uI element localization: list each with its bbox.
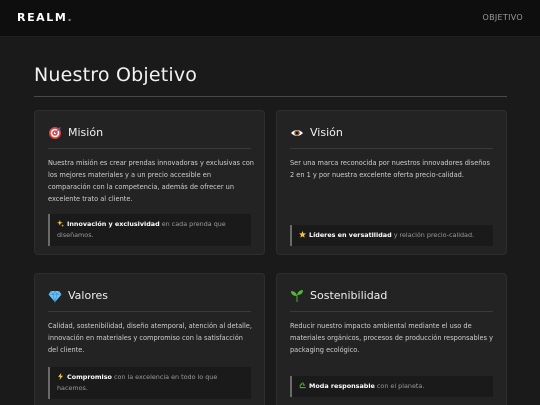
card-body: Ser una marca reconocida por nuestros in… [290, 159, 490, 179]
card-highlight: Innovación y exclusividad en cada prenda… [48, 214, 251, 246]
title-divider [34, 96, 507, 97]
card-divider [48, 148, 251, 149]
highlight-strong: Moda responsable [309, 382, 375, 390]
card-title: Visión [310, 125, 343, 139]
seedling-icon [290, 288, 304, 302]
target-icon [48, 125, 62, 139]
card-header: Sostenibilidad [290, 288, 387, 302]
card-sostenibilidad: Sostenibilidad Reducir nuestro impacto a… [276, 273, 507, 405]
highlight-strong: Innovación y exclusividad [67, 220, 160, 228]
card-header: Misión [48, 125, 103, 139]
card-body: Calidad, sostenibilidad, diseño atempora… [48, 322, 252, 354]
card-title: Misión [68, 125, 104, 139]
lightning-icon [57, 373, 64, 380]
card-header: Valores [48, 288, 108, 304]
card-highlight: Líderes en versatilidad y relación preci… [290, 225, 493, 246]
card-body: Reducir nuestro impacto ambiental median… [290, 322, 494, 354]
card-divider [290, 148, 493, 149]
star-icon [299, 231, 306, 238]
eye-icon [290, 125, 304, 139]
card-vision: Visión Ser una marca reconocida por nues… [276, 110, 507, 255]
nav-link-objetivo[interactable]: OBJETIVO [483, 13, 523, 22]
recycle-icon [299, 382, 306, 389]
page-title: Nuestro Objetivo [34, 64, 198, 86]
brand-logo[interactable]: REALM. [17, 11, 73, 24]
card-divider [290, 311, 493, 312]
highlight-text: con el planeta. [374, 382, 425, 390]
gem-icon [48, 288, 62, 304]
card-header: Visión [290, 125, 343, 139]
top-navigation-bar: REALM. OBJETIVO [0, 0, 540, 37]
highlight-strong: Compromiso [67, 373, 112, 381]
card-highlight: Moda responsable con el planeta. [290, 376, 493, 397]
card-body: Nuestra misión es crear prendas innovado… [48, 159, 254, 203]
card-divider [48, 311, 251, 312]
highlight-text: y relación precio-calidad. [391, 231, 475, 239]
highlight-strong: Líderes en versatilidad [309, 231, 392, 239]
card-title: Valores [68, 288, 108, 302]
card-title: Sostenibilidad [310, 288, 388, 302]
card-valores: Valores Calidad, sostenibilidad, diseño … [34, 273, 265, 405]
card-mision: Misión Nuestra misión es crear prendas i… [34, 110, 265, 255]
card-highlight: Compromiso con la excelencia en todo lo … [48, 367, 251, 399]
sparkles-icon [57, 220, 64, 227]
